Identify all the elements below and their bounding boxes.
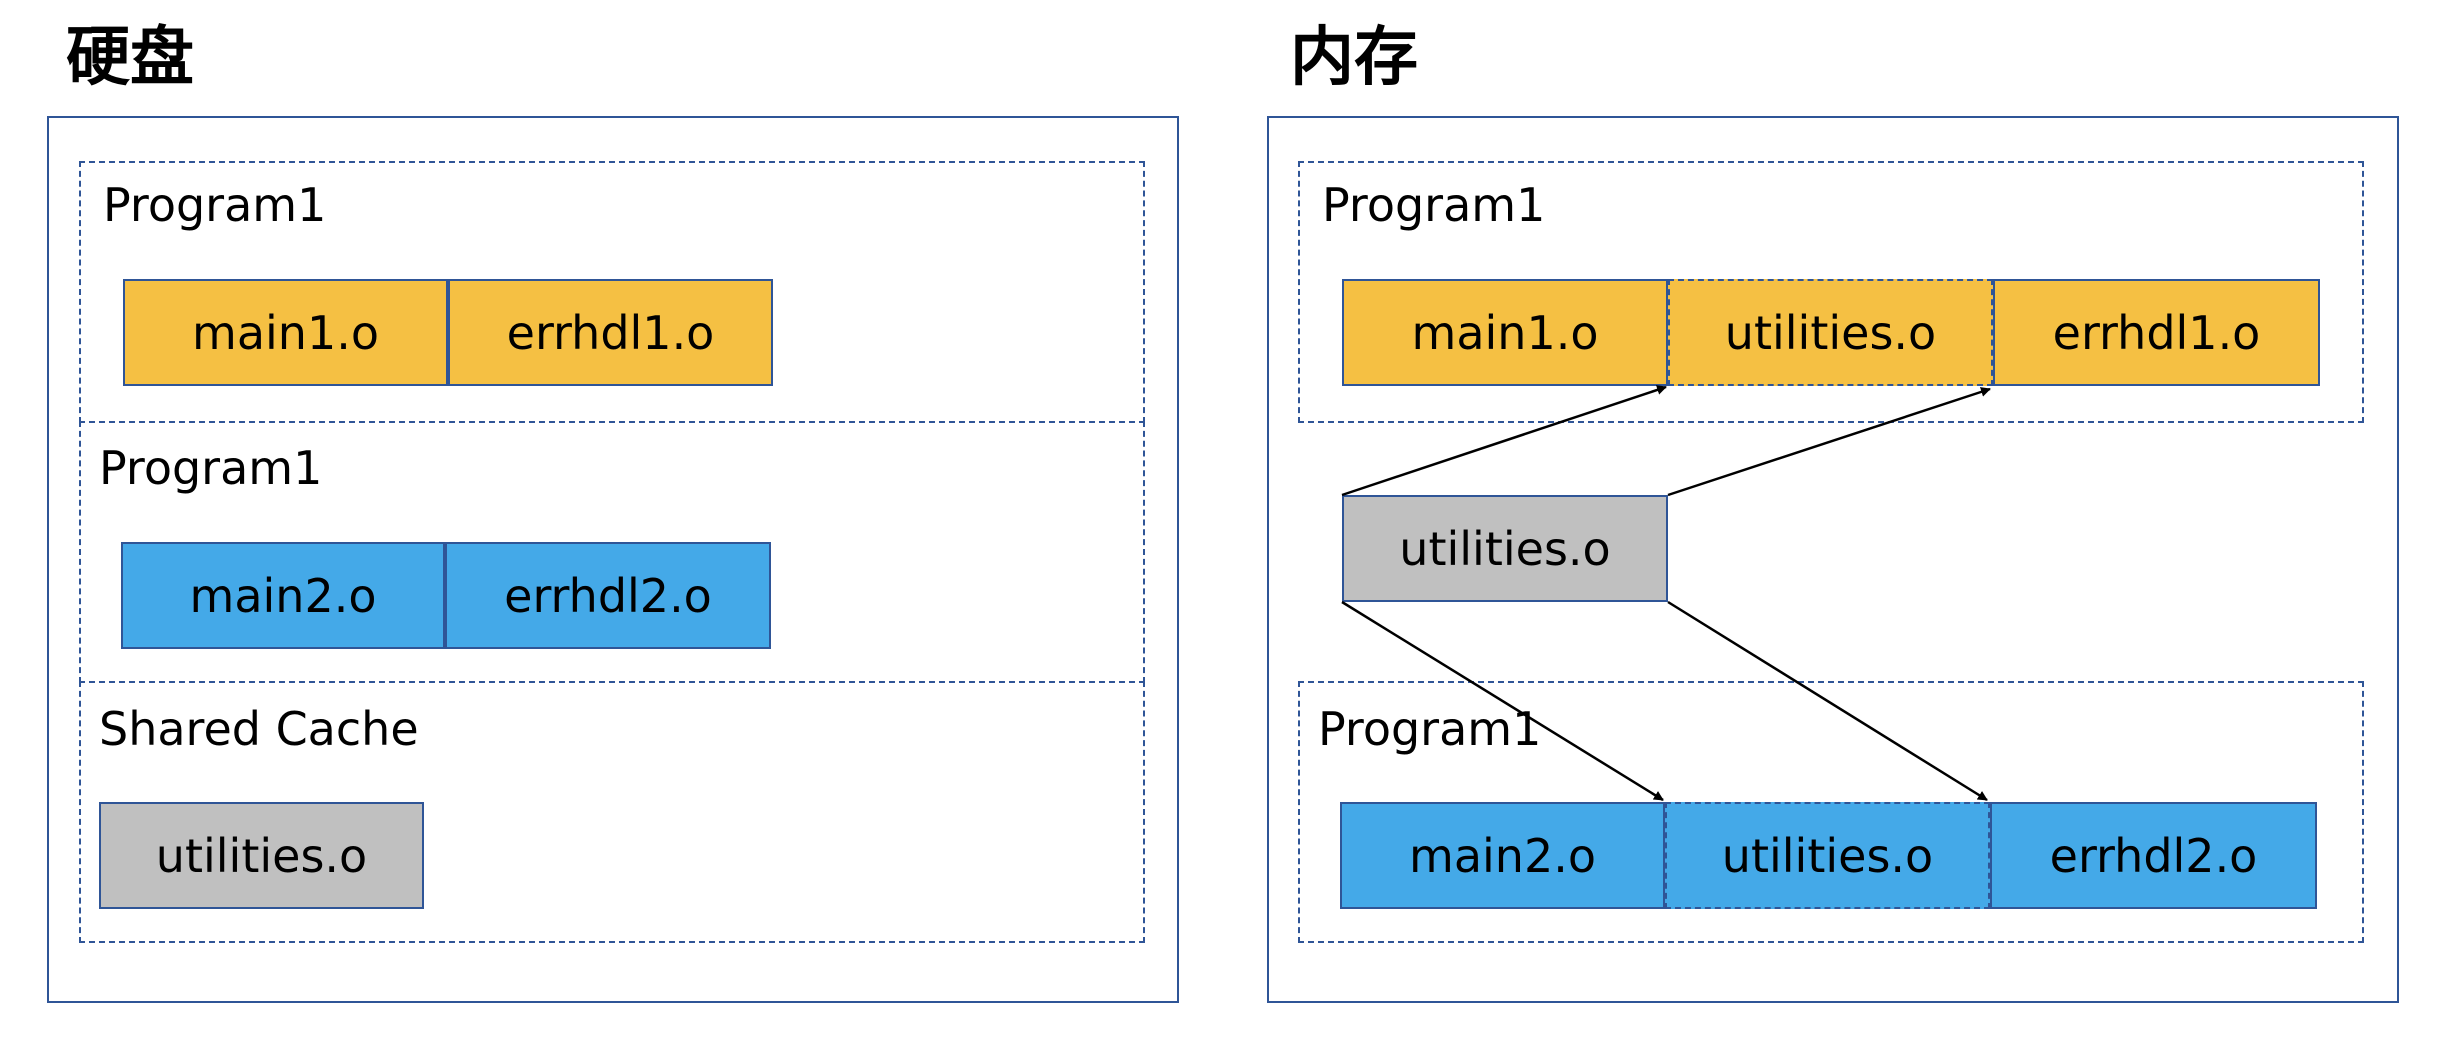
arrow-to-top-errhdl1 bbox=[1667, 387, 1991, 497]
arrow-to-top-utilities bbox=[1341, 385, 1667, 497]
link-arrows bbox=[1341, 385, 1991, 802]
arrow-to-bottom-errhdl2 bbox=[1667, 600, 1988, 802]
arrow-to-bottom-utilities bbox=[1341, 600, 1664, 802]
